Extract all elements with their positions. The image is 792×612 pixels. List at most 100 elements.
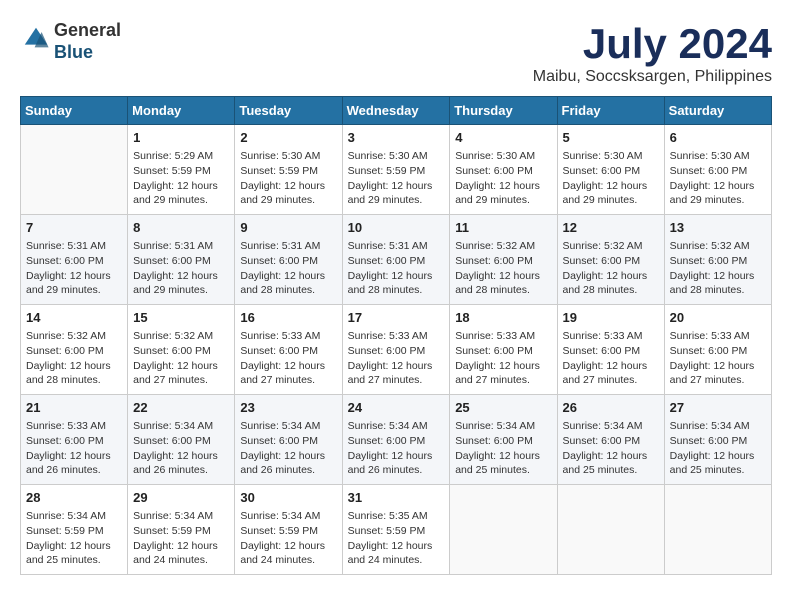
- day-info: Sunrise: 5:32 AM Sunset: 6:00 PM Dayligh…: [26, 329, 122, 388]
- day-number: 20: [670, 309, 766, 327]
- calendar-cell: 2Sunrise: 5:30 AM Sunset: 5:59 PM Daylig…: [235, 125, 342, 215]
- day-info: Sunrise: 5:33 AM Sunset: 6:00 PM Dayligh…: [26, 419, 122, 478]
- col-header-sunday: Sunday: [21, 97, 128, 125]
- day-number: 31: [348, 489, 445, 507]
- day-info: Sunrise: 5:32 AM Sunset: 6:00 PM Dayligh…: [670, 239, 766, 298]
- calendar-cell: 1 Sunrise: 5:29 AM Sunset: 5:59 PM Daylig…: [128, 125, 235, 215]
- day-info: Sunrise: 5:33 AM Sunset: 6:00 PM Dayligh…: [670, 329, 766, 388]
- day-info: Sunrise: 5:30 AM Sunset: 5:59 PM Dayligh…: [348, 149, 445, 208]
- day-info: Sunrise: 5:30 AM Sunset: 6:00 PM Dayligh…: [670, 149, 766, 208]
- calendar-cell: [21, 125, 128, 215]
- day-info: Sunrise: 5:33 AM Sunset: 6:00 PM Dayligh…: [563, 329, 659, 388]
- day-info: Sunrise: 5:30 AM Sunset: 6:00 PM Dayligh…: [563, 149, 659, 208]
- calendar-cell: 25 Sunrise: 5:34 AM Sunset: 6:00 PM Dayli…: [450, 395, 557, 485]
- day-info: Sunrise: 5:34 AM Sunset: 6:00 PM Dayligh…: [455, 419, 551, 478]
- day-number: 28: [26, 489, 122, 507]
- day-info: Sunrise: 5:31 AM Sunset: 6:00 PM Dayligh…: [348, 239, 445, 298]
- day-number: 14: [26, 309, 122, 327]
- day-number: 27: [670, 399, 766, 417]
- logo-blue-text: Blue: [54, 42, 93, 62]
- calendar-cell: 16 Sunrise: 5:33 AM Sunset: 6:00 PM Dayli…: [235, 305, 342, 395]
- day-number: 21: [26, 399, 122, 417]
- calendar-cell: 18 Sunrise: 5:33 AM Sunset: 6:00 PM Dayli…: [450, 305, 557, 395]
- calendar-cell: 9Sunrise: 5:31 AM Sunset: 6:00 PM Daylig…: [235, 215, 342, 305]
- calendar-cell: 29 Sunrise: 5:34 AM Sunset: 5:59 PM Dayli…: [128, 485, 235, 575]
- calendar-cell: 19 Sunrise: 5:33 AM Sunset: 6:00 PM Dayli…: [557, 305, 664, 395]
- day-number: 4: [455, 129, 551, 147]
- col-header-monday: Monday: [128, 97, 235, 125]
- calendar-week-4: 28 Sunrise: 5:34 AM Sunset: 5:59 PM Dayli…: [21, 485, 772, 575]
- calendar-cell: 28 Sunrise: 5:34 AM Sunset: 5:59 PM Dayli…: [21, 485, 128, 575]
- day-number: 6: [670, 129, 766, 147]
- calendar-cell: 22Sunrise: 5:34 AM Sunset: 6:00 PM Dayli…: [128, 395, 235, 485]
- logo-icon: [22, 25, 50, 53]
- day-number: 26: [563, 399, 659, 417]
- day-number: 29: [133, 489, 229, 507]
- day-number: 15: [133, 309, 229, 327]
- month-title: July 2024: [533, 20, 772, 68]
- calendar-cell: 23Sunrise: 5:34 AM Sunset: 6:00 PM Dayli…: [235, 395, 342, 485]
- calendar-cell: 24 Sunrise: 5:34 AM Sunset: 6:00 PM Dayli…: [342, 395, 450, 485]
- day-number: 5: [563, 129, 659, 147]
- col-header-saturday: Saturday: [664, 97, 771, 125]
- day-number: 30: [240, 489, 336, 507]
- day-number: 18: [455, 309, 551, 327]
- day-info: Sunrise: 5:34 AM Sunset: 6:00 PM Dayligh…: [348, 419, 445, 478]
- day-info: Sunrise: 5:31 AM Sunset: 6:00 PM Dayligh…: [26, 239, 122, 298]
- logo: General Blue: [20, 20, 121, 63]
- calendar-cell: 21 Sunrise: 5:33 AM Sunset: 6:00 PM Dayli…: [21, 395, 128, 485]
- calendar-week-3: 21 Sunrise: 5:33 AM Sunset: 6:00 PM Dayli…: [21, 395, 772, 485]
- calendar-cell: 3Sunrise: 5:30 AM Sunset: 5:59 PM Daylig…: [342, 125, 450, 215]
- day-info: Sunrise: 5:34 AM Sunset: 5:59 PM Dayligh…: [26, 509, 122, 568]
- day-number: 10: [348, 219, 445, 237]
- calendar-cell: 8Sunrise: 5:31 AM Sunset: 6:00 PM Daylig…: [128, 215, 235, 305]
- calendar-cell: 31 Sunrise: 5:35 AM Sunset: 5:59 PM Dayli…: [342, 485, 450, 575]
- calendar-week-2: 14 Sunrise: 5:32 AM Sunset: 6:00 PM Dayli…: [21, 305, 772, 395]
- day-info: Sunrise: 5:34 AM Sunset: 5:59 PM Dayligh…: [133, 509, 229, 568]
- calendar-cell: 14 Sunrise: 5:32 AM Sunset: 6:00 PM Dayli…: [21, 305, 128, 395]
- col-header-wednesday: Wednesday: [342, 97, 450, 125]
- page-header: General Blue July 2024 Maibu, Soccsksarg…: [20, 20, 772, 86]
- calendar-week-1: 7Sunrise: 5:31 AM Sunset: 6:00 PM Daylig…: [21, 215, 772, 305]
- col-header-friday: Friday: [557, 97, 664, 125]
- day-info: Sunrise: 5:34 AM Sunset: 5:59 PM Dayligh…: [240, 509, 336, 568]
- day-number: 19: [563, 309, 659, 327]
- calendar-table: SundayMondayTuesdayWednesdayThursdayFrid…: [20, 96, 772, 575]
- day-info: Sunrise: 5:34 AM Sunset: 6:00 PM Dayligh…: [133, 419, 229, 478]
- day-info: Sunrise: 5:34 AM Sunset: 6:00 PM Dayligh…: [240, 419, 336, 478]
- day-info: Sunrise: 5:29 AM Sunset: 5:59 PM Dayligh…: [133, 149, 229, 208]
- calendar-cell: [450, 485, 557, 575]
- calendar-cell: 20 Sunrise: 5:33 AM Sunset: 6:00 PM Dayli…: [664, 305, 771, 395]
- day-number: 8: [133, 219, 229, 237]
- calendar-cell: 11Sunrise: 5:32 AM Sunset: 6:00 PM Dayli…: [450, 215, 557, 305]
- location: Maibu, Soccsksargen, Philippines: [533, 68, 772, 86]
- day-number: 24: [348, 399, 445, 417]
- day-info: Sunrise: 5:34 AM Sunset: 6:00 PM Dayligh…: [670, 419, 766, 478]
- day-number: 16: [240, 309, 336, 327]
- day-number: 1: [133, 129, 229, 147]
- day-number: 13: [670, 219, 766, 237]
- day-info: Sunrise: 5:31 AM Sunset: 6:00 PM Dayligh…: [240, 239, 336, 298]
- col-header-thursday: Thursday: [450, 97, 557, 125]
- calendar-cell: 6 Sunrise: 5:30 AM Sunset: 6:00 PM Daylig…: [664, 125, 771, 215]
- calendar-cell: 27 Sunrise: 5:34 AM Sunset: 6:00 PM Dayli…: [664, 395, 771, 485]
- calendar-cell: 12Sunrise: 5:32 AM Sunset: 6:00 PM Dayli…: [557, 215, 664, 305]
- logo-general-text: General: [54, 20, 121, 40]
- col-header-tuesday: Tuesday: [235, 97, 342, 125]
- day-info: Sunrise: 5:33 AM Sunset: 6:00 PM Dayligh…: [240, 329, 336, 388]
- calendar-cell: 17 Sunrise: 5:33 AM Sunset: 6:00 PM Dayli…: [342, 305, 450, 395]
- calendar-cell: 7Sunrise: 5:31 AM Sunset: 6:00 PM Daylig…: [21, 215, 128, 305]
- calendar-week-0: 1 Sunrise: 5:29 AM Sunset: 5:59 PM Daylig…: [21, 125, 772, 215]
- day-number: 17: [348, 309, 445, 327]
- calendar-cell: [557, 485, 664, 575]
- calendar-cell: 30 Sunrise: 5:34 AM Sunset: 5:59 PM Dayli…: [235, 485, 342, 575]
- day-info: Sunrise: 5:33 AM Sunset: 6:00 PM Dayligh…: [348, 329, 445, 388]
- day-info: Sunrise: 5:33 AM Sunset: 6:00 PM Dayligh…: [455, 329, 551, 388]
- day-number: 12: [563, 219, 659, 237]
- calendar-cell: [664, 485, 771, 575]
- calendar-cell: 26Sunrise: 5:34 AM Sunset: 6:00 PM Dayli…: [557, 395, 664, 485]
- day-info: Sunrise: 5:35 AM Sunset: 5:59 PM Dayligh…: [348, 509, 445, 568]
- day-number: 25: [455, 399, 551, 417]
- day-info: Sunrise: 5:30 AM Sunset: 6:00 PM Dayligh…: [455, 149, 551, 208]
- calendar-cell: 4 Sunrise: 5:30 AM Sunset: 6:00 PM Daylig…: [450, 125, 557, 215]
